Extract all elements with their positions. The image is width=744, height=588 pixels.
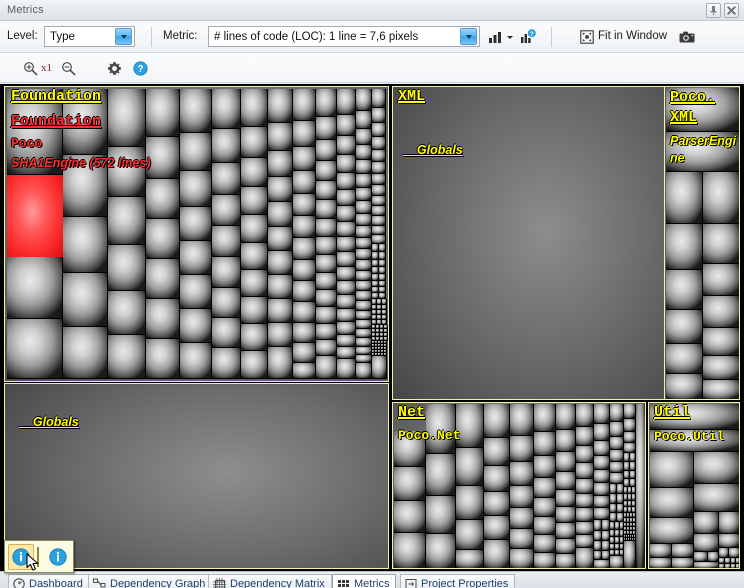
fit-window-icon[interactable] xyxy=(578,21,596,53)
graph-icon xyxy=(93,578,106,588)
chevron-down-icon[interactable] xyxy=(460,28,477,45)
bottom-tab-bar: Dashboard Dependency Graph Dependency Ma… xyxy=(0,571,744,588)
zoom-in-icon[interactable] xyxy=(20,53,40,83)
bar-chart-help-icon[interactable]: ? xyxy=(518,21,538,53)
properties-icon xyxy=(405,578,417,588)
info-icon[interactable] xyxy=(8,543,34,570)
treemap-panel-net[interactable]: Net Poco.Net xyxy=(392,402,646,569)
treemap-info-overlay[interactable] xyxy=(4,540,74,573)
zoom-level-label: x1 xyxy=(41,62,52,74)
tab-label: Metrics xyxy=(354,577,390,588)
tab-label: Project Properties xyxy=(421,577,509,588)
chevron-down-icon[interactable] xyxy=(115,28,132,45)
treemap-panel-xml[interactable]: XML __Globals xyxy=(392,86,666,400)
level-label: Level: xyxy=(7,30,38,42)
close-icon[interactable] xyxy=(724,3,739,18)
tab-dependency-matrix[interactable]: Dependency Matrix xyxy=(208,574,332,588)
window-titlebar: Metrics xyxy=(0,0,744,21)
divider xyxy=(37,546,39,567)
window-title: Metrics xyxy=(7,4,44,16)
treemap-panel-foundation[interactable]: Foundation Foundation Poco SHA1Engine (5… xyxy=(4,86,389,382)
tab-dependency-graph[interactable]: Dependency Graph xyxy=(88,574,213,588)
help-icon[interactable]: ? xyxy=(130,53,150,83)
matrix-icon xyxy=(213,577,226,588)
svg-text:?: ? xyxy=(137,63,143,74)
svg-text:?: ? xyxy=(530,31,534,38)
tab-dashboard[interactable]: Dashboard xyxy=(8,574,90,588)
treemap-cell-selected[interactable] xyxy=(7,175,64,258)
tab-metrics[interactable]: Metrics xyxy=(332,574,397,588)
gear-icon[interactable] xyxy=(104,53,124,83)
metrics-toolbar: Level: Type Metric: # lines of code (LOC… xyxy=(0,21,744,53)
metric-select[interactable]: # lines of code (LOC): 1 line = 7,6 pixe… xyxy=(208,26,480,47)
tab-label: Dependency Matrix xyxy=(230,577,325,588)
fit-in-window-button[interactable]: Fit in Window xyxy=(598,30,667,42)
level-select-value: Type xyxy=(50,30,75,43)
dashboard-icon xyxy=(13,577,25,588)
tab-label: Dependency Graph xyxy=(110,577,206,588)
metrics-panel: Metrics Level: Type Metric: # lines of c… xyxy=(0,0,744,588)
metrics-icon xyxy=(337,578,350,588)
tab-label: Dashboard xyxy=(29,577,83,588)
pin-icon[interactable] xyxy=(706,3,721,18)
camera-icon[interactable] xyxy=(676,21,698,53)
bar-chart-icon[interactable] xyxy=(486,21,504,53)
chevron-down-icon[interactable] xyxy=(504,21,516,53)
tab-project-properties[interactable]: Project Properties xyxy=(400,574,516,588)
level-select[interactable]: Type xyxy=(44,26,135,47)
metric-label: Metric: xyxy=(163,30,198,42)
treemap-canvas[interactable]: Foundation Foundation Poco SHA1Engine (5… xyxy=(0,84,744,571)
metric-select-value: # lines of code (LOC): 1 line = 7,6 pixe… xyxy=(214,30,419,43)
info-icon[interactable] xyxy=(45,544,71,570)
treemap-panel-poco-xml[interactable]: Poco. XML ParserEngine xyxy=(664,86,740,400)
treemap-panel-util[interactable]: Util Poco.Util xyxy=(648,402,740,569)
zoom-toolbar: x1 ? xyxy=(0,53,744,83)
zoom-out-icon[interactable] xyxy=(58,53,78,83)
